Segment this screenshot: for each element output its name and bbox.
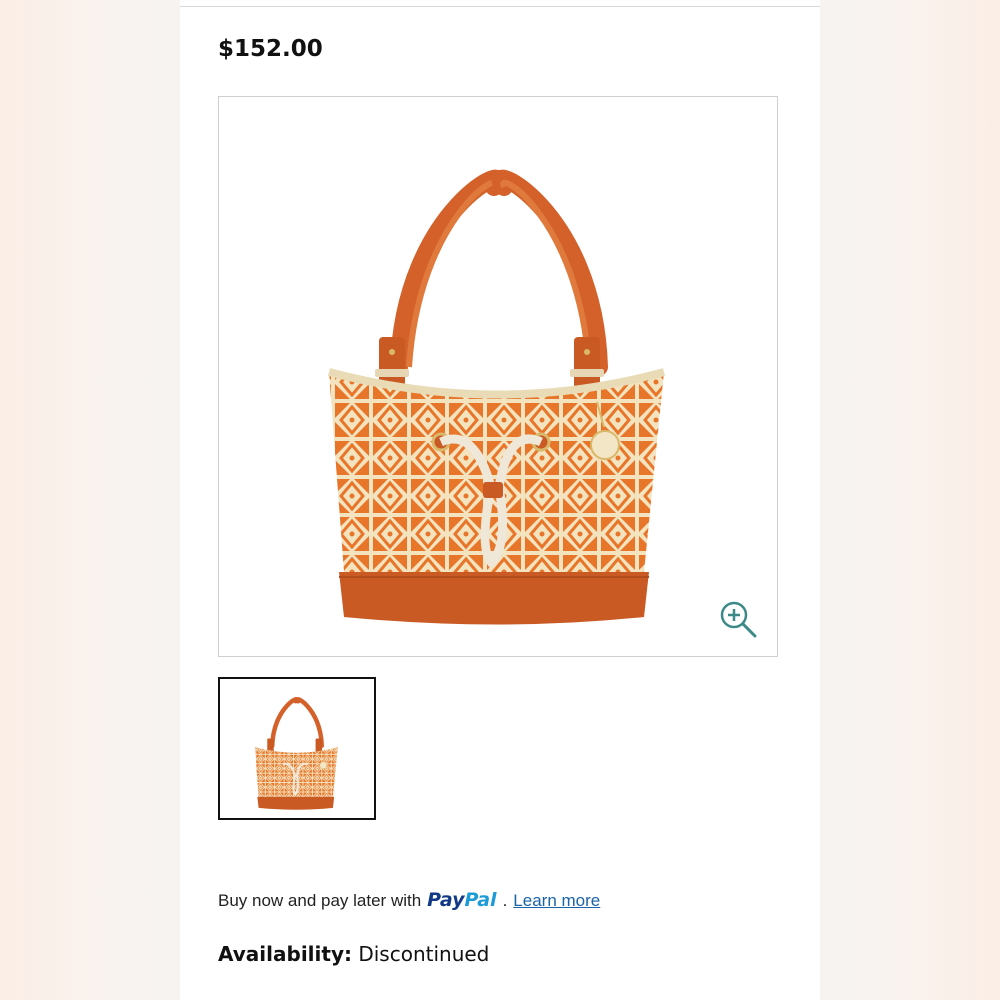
background-left — [0, 0, 180, 1000]
zoom-in-icon[interactable] — [717, 598, 759, 640]
product-price: $152.00 — [218, 36, 323, 62]
availability-label: Availability: — [218, 942, 352, 966]
paypal-separator: . — [502, 891, 508, 910]
paypal-prefix-text: Buy now and pay later with — [218, 891, 422, 910]
main-product-image[interactable] — [218, 96, 778, 657]
divider — [180, 6, 820, 7]
tote-bag-thumbnail-icon — [254, 697, 338, 810]
learn-more-link[interactable]: Learn more — [513, 891, 600, 911]
tote-bag-image — [327, 169, 666, 625]
availability: Availability: Discontinued — [218, 942, 489, 966]
paypal-pay-later: Buy now and pay later with PayPal . Lear… — [218, 889, 600, 911]
product-panel: $152.00 Buy now and pay later with PayPa… — [180, 0, 820, 1000]
paypal-logo: PayPal — [427, 889, 497, 911]
background-right — [820, 0, 1000, 1000]
availability-value: Discontinued — [358, 942, 490, 966]
thumbnail-1[interactable] — [218, 677, 376, 820]
